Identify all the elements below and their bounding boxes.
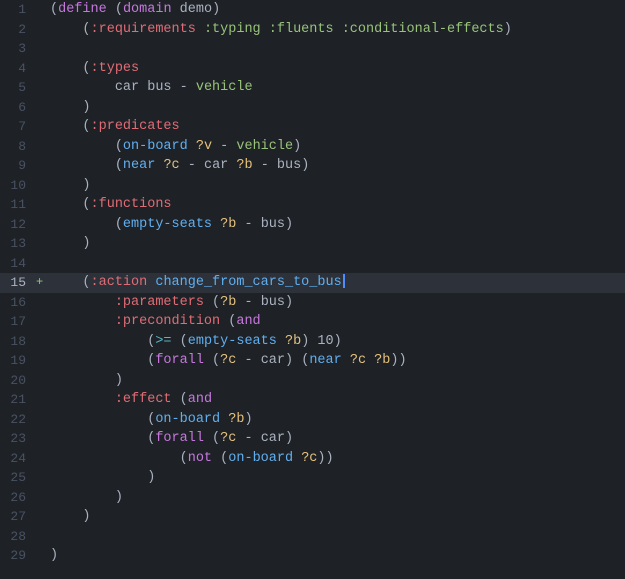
code-line-28: 28 — [0, 527, 625, 547]
line-content-20: ) — [46, 371, 617, 391]
code-line-26: 26 ) — [0, 488, 625, 508]
code-line-13: 13 ) — [0, 234, 625, 254]
code-line-18: 18 (>= (empty-seats ?b) 10) — [0, 332, 625, 352]
line-number-10: 10 — [0, 176, 36, 196]
code-line-5: 5 car bus - vehicle — [0, 78, 625, 98]
code-line-23: 23 (forall (?c - car) — [0, 429, 625, 449]
code-line-16: 16 :parameters (?b - bus) — [0, 293, 625, 313]
line-content-10: ) — [46, 176, 617, 196]
line-content-8: (on-board ?v - vehicle) — [46, 137, 617, 157]
line-number-12: 12 — [0, 215, 36, 235]
code-line-1: 1 (define (domain demo) — [0, 0, 625, 20]
code-line-10: 10 ) — [0, 176, 625, 196]
code-line-12: 12 (empty-seats ?b - bus) — [0, 215, 625, 235]
code-line-29: 29 ) — [0, 546, 625, 566]
code-line-9: 9 (near ?c - car ?b - bus) — [0, 156, 625, 176]
line-number-2: 2 — [0, 20, 36, 40]
line-content-15: (:action change_from_cars_to_bus — [46, 273, 617, 293]
line-number-22: 22 — [0, 410, 36, 430]
line-content-24: (not (on-board ?c)) — [46, 449, 617, 469]
code-line-8: 8 (on-board ?v - vehicle) — [0, 137, 625, 157]
code-line-7: 7 (:predicates — [0, 117, 625, 137]
line-number-21: 21 — [0, 390, 36, 410]
code-line-6: 6 ) — [0, 98, 625, 118]
line-number-16: 16 — [0, 293, 36, 313]
line-number-5: 5 — [0, 78, 36, 98]
line-content-26: ) — [46, 488, 617, 508]
code-line-19: 19 (forall (?c - car) (near ?c ?b)) — [0, 351, 625, 371]
line-number-4: 4 — [0, 59, 36, 79]
line-content-21: :effect (and — [46, 390, 617, 410]
line-number-8: 8 — [0, 137, 36, 157]
line-number-6: 6 — [0, 98, 36, 118]
line-content-16: :parameters (?b - bus) — [46, 293, 617, 313]
line-content-11: (:functions — [46, 195, 617, 215]
code-line-24: 24 (not (on-board ?c)) — [0, 449, 625, 469]
line-content-9: (near ?c - car ?b - bus) — [46, 156, 617, 176]
line-number-24: 24 — [0, 449, 36, 469]
line-number-7: 7 — [0, 117, 36, 137]
line-number-23: 23 — [0, 429, 36, 449]
code-line-20: 20 ) — [0, 371, 625, 391]
code-line-15: 15 + (:action change_from_cars_to_bus — [0, 273, 625, 293]
plus-marker-15: + — [36, 273, 46, 293]
code-line-3: 3 — [0, 39, 625, 59]
line-number-27: 27 — [0, 507, 36, 527]
line-content-13: ) — [46, 234, 617, 254]
line-number-19: 19 — [0, 351, 36, 371]
code-line-22: 22 (on-board ?b) — [0, 410, 625, 430]
line-number-1: 1 — [0, 0, 36, 20]
code-line-2: 2 (:requirements :typing :fluents :condi… — [0, 20, 625, 40]
code-line-21: 21 :effect (and — [0, 390, 625, 410]
line-number-9: 9 — [0, 156, 36, 176]
code-line-11: 11 (:functions — [0, 195, 625, 215]
code-editor: 1 (define (domain demo) 2 (:requirements… — [0, 0, 625, 579]
code-line-17: 17 :precondition (and — [0, 312, 625, 332]
line-number-17: 17 — [0, 312, 36, 332]
code-line-25: 25 ) — [0, 468, 625, 488]
line-content-23: (forall (?c - car) — [46, 429, 617, 449]
code-line-14: 14 — [0, 254, 625, 274]
line-content-12: (empty-seats ?b - bus) — [46, 215, 617, 235]
line-number-11: 11 — [0, 195, 36, 215]
line-content-29: ) — [46, 546, 617, 566]
line-content-22: (on-board ?b) — [46, 410, 617, 430]
line-number-15: 15 — [0, 273, 36, 293]
line-content-18: (>= (empty-seats ?b) 10) — [46, 332, 617, 352]
line-number-26: 26 — [0, 488, 36, 508]
line-content-27: ) — [46, 507, 617, 527]
line-content-2: (:requirements :typing :fluents :conditi… — [46, 20, 617, 40]
line-content-1: (define (domain demo) — [46, 0, 617, 20]
line-content-5: car bus - vehicle — [46, 78, 617, 98]
line-number-13: 13 — [0, 234, 36, 254]
line-content-4: (:types — [46, 59, 617, 79]
line-content-25: ) — [46, 468, 617, 488]
line-number-25: 25 — [0, 468, 36, 488]
line-number-20: 20 — [0, 371, 36, 391]
line-number-3: 3 — [0, 39, 36, 59]
code-line-27: 27 ) — [0, 507, 625, 527]
line-number-28: 28 — [0, 527, 36, 547]
line-content-17: :precondition (and — [46, 312, 617, 332]
line-content-7: (:predicates — [46, 117, 617, 137]
line-number-29: 29 — [0, 546, 36, 566]
code-line-4: 4 (:types — [0, 59, 625, 79]
line-number-18: 18 — [0, 332, 36, 352]
line-content-19: (forall (?c - car) (near ?c ?b)) — [46, 351, 617, 371]
line-content-6: ) — [46, 98, 617, 118]
line-number-14: 14 — [0, 254, 36, 274]
